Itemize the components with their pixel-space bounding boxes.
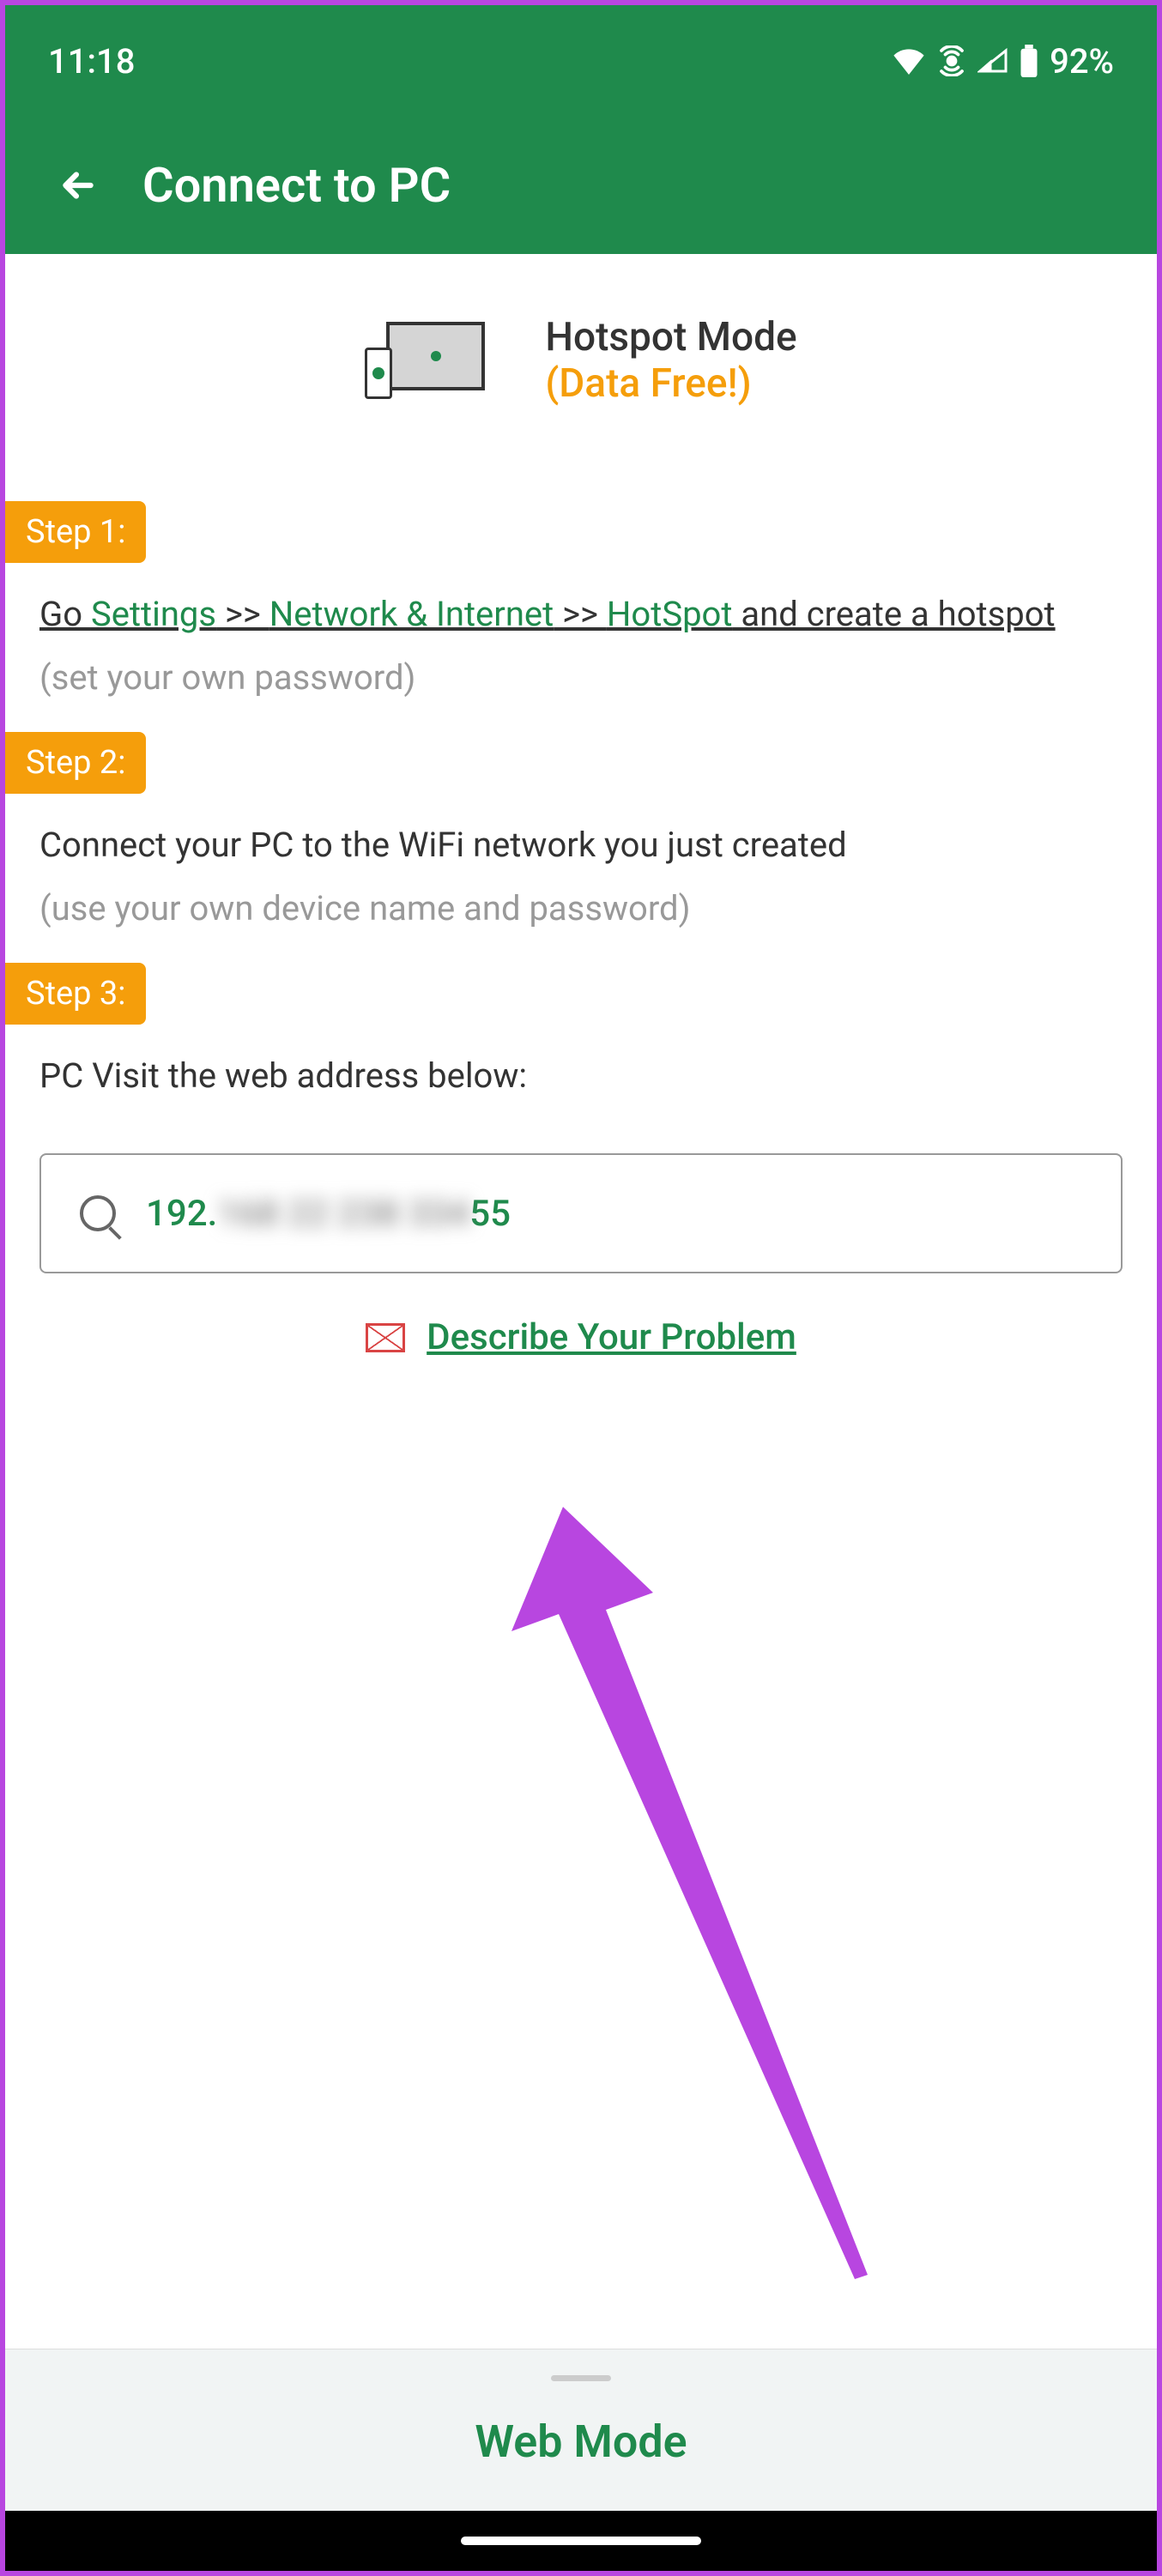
step-2-text: Connect your PC to the WiFi network you …	[5, 819, 1157, 871]
back-button[interactable]	[57, 164, 100, 207]
app-header: Connect to PC	[5, 117, 1157, 254]
web-mode-button[interactable]: Web Mode	[475, 2416, 687, 2468]
hotspot-link[interactable]: HotSpot	[607, 594, 733, 634]
device-illustration-icon	[365, 322, 485, 399]
status-bar: 11:18 92%	[5, 5, 1157, 117]
network-internet-link[interactable]: Network & Internet	[269, 594, 554, 634]
settings-link[interactable]: Settings	[91, 594, 216, 634]
step-2-label: Step 2:	[5, 732, 146, 794]
describe-problem-link[interactable]: Describe Your Problem	[427, 1316, 796, 1358]
mode-title: Hotspot Mode	[545, 314, 796, 360]
wifi-icon	[892, 47, 926, 75]
mode-subtitle: (Data Free!)	[545, 360, 796, 407]
step-1-text[interactable]: Go Settings >> Network & Internet >> Hot…	[5, 589, 1157, 640]
hotspot-icon	[936, 45, 967, 76]
status-right: 92%	[892, 41, 1114, 82]
search-icon	[80, 1195, 116, 1231]
step-1-hint: (set your own password)	[5, 657, 1157, 698]
battery-icon	[1019, 45, 1039, 77]
mail-icon	[366, 1323, 405, 1352]
step-1-label: Step 1:	[5, 501, 146, 563]
page-title: Connect to PC	[142, 157, 451, 214]
nav-pill[interactable]	[461, 2537, 701, 2545]
bottom-sheet[interactable]: Web Mode	[5, 2349, 1157, 2511]
battery-percent: 92%	[1050, 41, 1114, 82]
step-2-hint: (use your own device name and password)	[5, 888, 1157, 928]
system-nav-bar	[5, 2511, 1157, 2571]
step-3-label: Step 3:	[5, 963, 146, 1025]
signal-icon	[977, 47, 1008, 75]
address-box[interactable]: 192.168 22 238 33455	[39, 1153, 1123, 1273]
step-3-text: PC Visit the web address below:	[5, 1050, 1157, 1102]
ip-address: 192.168 22 238 33455	[146, 1193, 511, 1235]
status-time: 11:18	[48, 41, 135, 82]
mode-header: Hotspot Mode (Data Free!)	[5, 314, 1157, 407]
arrow-annotation-icon	[511, 1507, 906, 2296]
drag-handle[interactable]	[551, 2375, 611, 2381]
